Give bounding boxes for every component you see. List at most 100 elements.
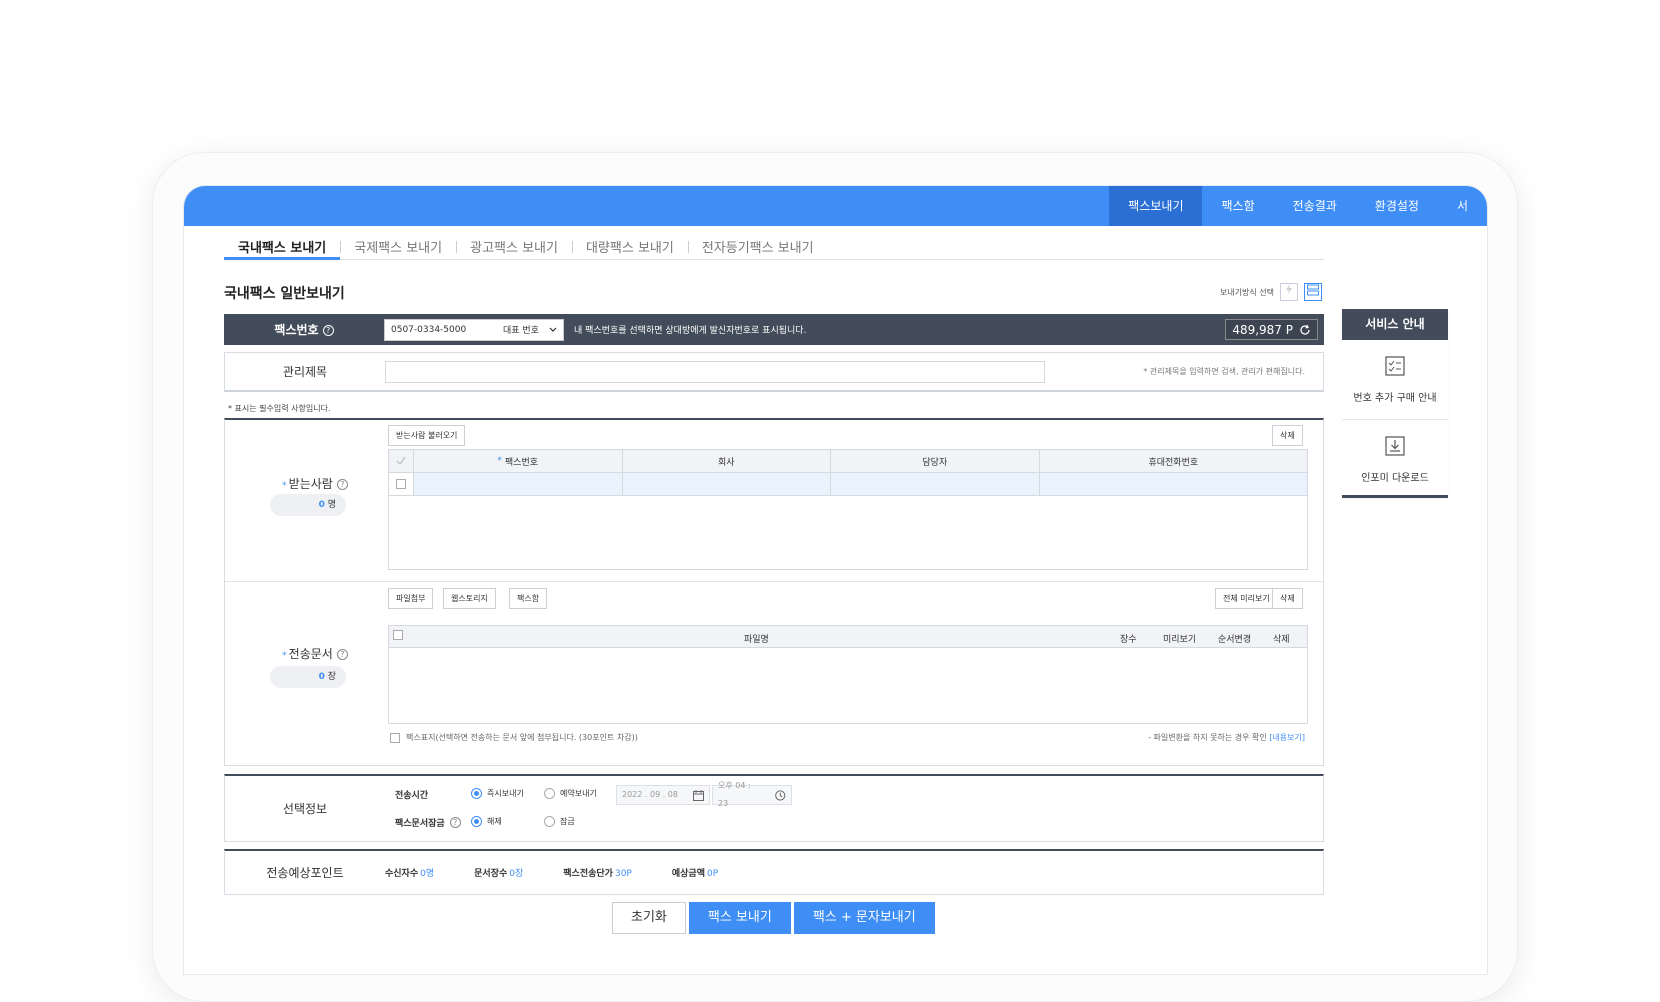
infomi-download-label: 인포미 다운로드 [1361,473,1429,484]
send-time-label: 전송시간 [395,791,429,801]
fax-number-label: 팩스번호? [224,321,384,338]
fax-number-cell[interactable] [412,473,622,495]
load-recipients-button[interactable]: 받는사람 불러오기 [388,425,466,446]
help-icon[interactable]: ? [336,479,348,490]
table-row[interactable] [389,473,1307,496]
top-nav: 팩스보내기 팩스함 전송결과 환경설정 서 [1109,186,1487,226]
management-title-input[interactable] [385,360,1045,383]
reserve-time-field[interactable]: 오후 04 : 23 [712,781,792,808]
instant-send-radio[interactable] [471,788,482,799]
instant-send-option[interactable]: 즉시보내기 [471,788,524,799]
topnav-settings[interactable]: 환경설정 [1356,186,1438,226]
recipient-table: * 팩스번호 회사 담당자 휴대전화번호 [388,449,1308,570]
refresh-icon[interactable] [1299,324,1311,336]
row-check-cell [389,473,413,495]
unlock-option[interactable]: 해제 [471,816,502,827]
help-icon[interactable]: ? [449,817,461,828]
estimate-unit-price: 팩스전송단가 30P [563,869,632,879]
col-pages: 장수 [1120,635,1137,645]
tab-domestic-fax[interactable]: 국내팩스 보내기 [224,230,341,260]
help-icon[interactable]: ? [336,649,348,660]
fax-number-value: 0507-0334-5000 [391,324,467,335]
company-cell[interactable] [621,473,831,495]
calendar-icon[interactable] [693,789,704,801]
fax-cover-label: 팩스표지(선택하면 전송하는 문서 앞에 첨부됩니다. (30포인트 차감)) [406,733,638,742]
col-contact: 담당자 [830,450,1039,472]
recipient-label: * 받는사람? [275,475,355,492]
lock-radio[interactable] [544,816,555,827]
chevron-down-icon [549,327,557,332]
top-bar: 팩스보내기 팩스함 전송결과 환경설정 서 [184,186,1487,226]
fax-number-select[interactable]: 0507-0334-5000 대표 번호 [384,318,564,341]
delete-recipient-button[interactable]: 삭제 [1272,425,1303,446]
row-checkbox[interactable] [395,479,406,489]
estimate-amount: 예상금액 0P [671,869,719,879]
action-buttons: 초기화 팩스 보내기 팩스 + 문자보내기 [612,902,935,934]
buy-number-guide[interactable]: 번호 추가 구매 안내 [1342,340,1448,419]
recipient-table-header: * 팩스번호 회사 담당자 휴대전화번호 [389,450,1307,473]
estimate-recipients: 수신자수 0명 [385,869,435,879]
reserve-send-option[interactable]: 예약보내기 [544,788,597,799]
contact-cell[interactable] [830,473,1039,495]
tab-bulk-fax[interactable]: 대량팩스 보내기 [571,230,688,260]
col-company: 회사 [621,450,831,472]
reserve-date-value: 2022 . 09 . 08 [622,790,678,799]
attach-file-button[interactable]: 파일첨부 [388,588,434,609]
check-icon [396,456,406,465]
web-storage-button[interactable]: 웹스토리지 [443,588,496,609]
points-value: 489,987 P [1232,322,1293,337]
download-icon [1385,436,1405,456]
management-title-row: 관리제목 * 관리제목을 입력하면 검색, 관리가 편해집니다. [224,352,1324,392]
tab-international-fax[interactable]: 국제팩스 보내기 [340,230,456,260]
rep-number-label: 대표 번호 [503,326,539,336]
infomi-download[interactable]: 인포미 다운로드 [1342,419,1448,498]
col-delete: 삭제 [1273,635,1290,645]
document-list[interactable] [388,648,1308,724]
fax-box-button[interactable]: 팩스함 [509,588,548,609]
service-panel-title: 서비스 안내 [1342,309,1448,340]
check-all-cell[interactable] [389,450,413,472]
reserve-time-value: 오후 04 : 23 [718,781,751,808]
send-method-label: 보내기방식 선택 [1219,287,1274,297]
check-all-documents[interactable] [393,630,403,640]
recipients-documents-section: * 받는사람? 0 명 받는사람 불러오기 삭제 * 팩스번호 회사 담당자 휴대전… [224,418,1324,766]
mobile-cell[interactable] [1038,473,1307,495]
reset-button[interactable]: 초기화 [612,902,686,934]
tab-registered-fax[interactable]: 전자등기팩스 보내기 [687,230,828,260]
col-preview: 미리보기 [1163,635,1197,645]
document-count: 0 장 [270,666,346,688]
topnav-more[interactable]: 서 [1438,186,1487,226]
estimate-section: 전송예상포인트 수신자수 0명 문서장수 0장 팩스전송단가 30P 예상금액 0P [224,849,1324,895]
topnav-send-fax[interactable]: 팩스보내기 [1109,186,1203,226]
estimate-pages: 문서장수 0장 [474,869,524,879]
quick-mode-button[interactable] [1280,283,1298,301]
document-label: * 전송문서? [275,645,355,662]
reserve-date-field[interactable]: 2022 . 09 . 08 [616,785,710,805]
page-title: 국내팩스 일반보내기 [224,286,345,302]
col-fax-number: * 팩스번호 [412,450,622,472]
send-fax-sms-button[interactable]: 팩스 + 문자보내기 [793,902,935,934]
recipient-count: 0 명 [270,494,346,516]
preview-all-button[interactable]: 전체 미리보기 [1215,588,1278,609]
fax-cover-option: 팩스표지(선택하면 전송하는 문서 앞에 첨부됩니다. (30포인트 차감)) [390,732,638,743]
help-icon[interactable]: ? [322,325,334,336]
send-fax-button[interactable]: 팩스 보내기 [688,902,791,934]
lock-option[interactable]: 잠금 [544,816,575,827]
buy-number-label: 번호 추가 구매 안내 [1353,393,1437,404]
tab-ad-fax[interactable]: 광고팩스 보내기 [456,230,572,260]
topnav-fax-box[interactable]: 팩스함 [1202,186,1273,226]
required-note: * 표시는 필수입력 사항입니다. [228,404,331,413]
send-method-selector: 보내기방식 선택 [1220,283,1322,301]
delete-document-button[interactable]: 삭제 [1272,588,1303,609]
topnav-send-result[interactable]: 전송결과 [1274,186,1356,226]
clock-icon[interactable] [775,789,786,801]
conversion-detail-link[interactable]: [내용보기] [1269,733,1305,742]
layout-icon [1307,284,1319,296]
fax-cover-checkbox[interactable] [390,732,400,743]
reserve-send-radio[interactable] [544,788,555,799]
unlock-radio[interactable] [471,816,482,827]
management-title-label: 관리제목 [282,365,328,379]
points-balance[interactable]: 489,987 P [1225,319,1318,340]
checklist-icon [1385,356,1405,376]
normal-mode-button[interactable] [1304,283,1322,301]
